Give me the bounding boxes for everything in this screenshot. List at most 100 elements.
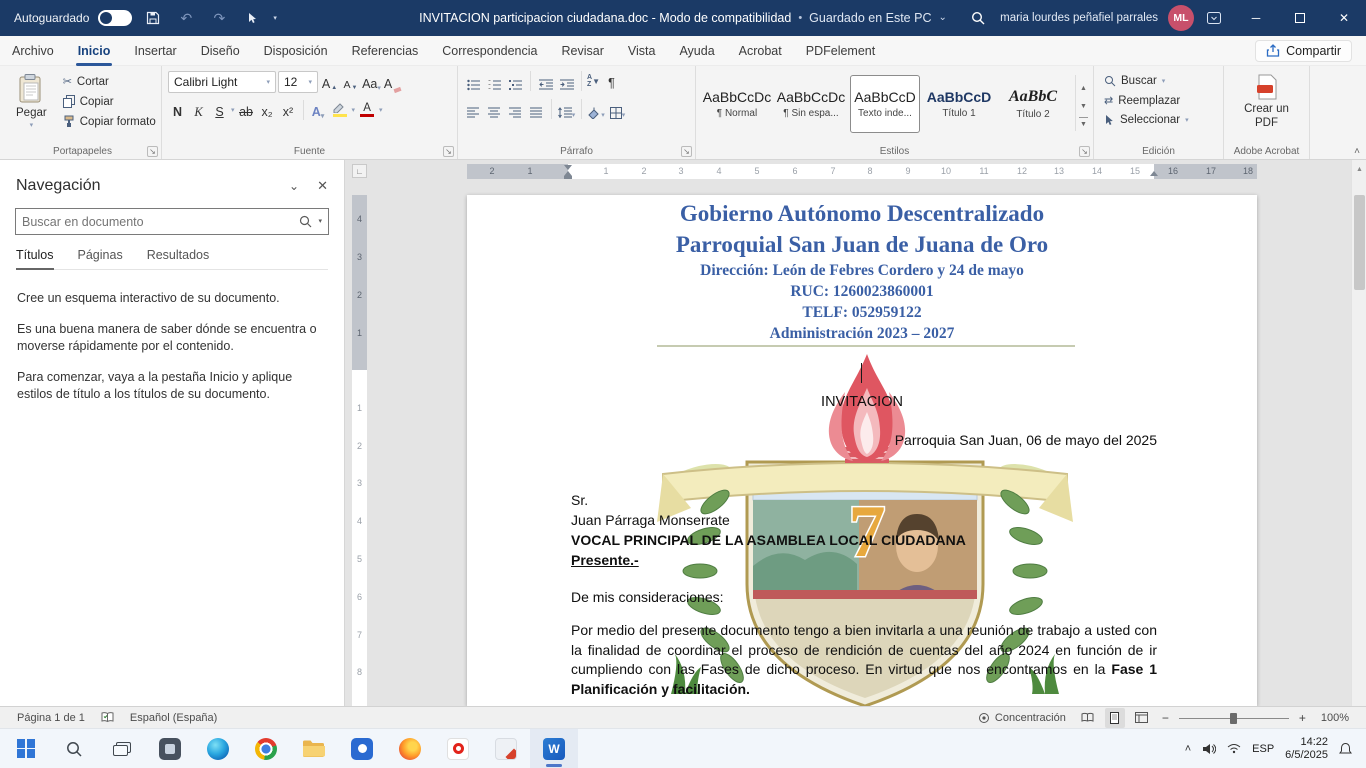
body-paragraph[interactable]: Por medio del presente documento tengo a…	[571, 621, 1157, 699]
date-line[interactable]: Parroquia San Juan, 06 de mayo del 2025	[571, 432, 1157, 448]
ribbon-tab-insertar[interactable]: Insertar	[122, 36, 188, 66]
acrobat-icon[interactable]	[434, 729, 482, 768]
pdfelement-icon[interactable]	[482, 729, 530, 768]
firefox-icon[interactable]	[386, 729, 434, 768]
zoom-out-button[interactable]: −	[1159, 711, 1172, 725]
nav-search-caret-icon[interactable]: ▾	[318, 218, 322, 225]
greeting-line[interactable]: De mis consideraciones:	[571, 589, 724, 605]
align-left-button[interactable]	[464, 99, 483, 119]
nav-search-icon[interactable]	[299, 215, 312, 228]
line-spacing-button[interactable]: ▾	[557, 99, 576, 119]
zoom-level[interactable]: 100%	[1316, 707, 1354, 729]
recipient-present[interactable]: Presente.-	[571, 550, 966, 570]
close-button[interactable]: ✕	[1322, 0, 1366, 36]
zoom-in-button[interactable]: +	[1296, 711, 1309, 725]
word-taskbar-icon[interactable]: W	[530, 729, 578, 768]
search-icon[interactable]	[966, 5, 990, 31]
nav-tab-paginas[interactable]: Páginas	[78, 248, 123, 269]
underline-button[interactable]: S	[210, 100, 229, 120]
header-ruc[interactable]: RUC: 1260023860001	[467, 281, 1257, 302]
recipient-salutation[interactable]: Sr.	[571, 490, 966, 510]
zoom-slider[interactable]	[1179, 711, 1289, 725]
find-button[interactable]: Buscar ▾	[1100, 73, 1193, 89]
paste-button[interactable]: Pegar ▾	[10, 71, 53, 143]
show-marks-button[interactable]: ¶	[602, 71, 621, 91]
tab-selector-box[interactable]: ∟	[352, 164, 367, 178]
nav-tab-titulos[interactable]: Títulos	[16, 248, 54, 269]
borders-button[interactable]: ▾	[608, 99, 627, 119]
sort-button[interactable]: AZ ▼	[587, 74, 600, 88]
pinned-blue-app-icon[interactable]	[338, 729, 386, 768]
style-titulo-2[interactable]: AaBbC Título 2	[998, 75, 1068, 133]
multilevel-list-button[interactable]	[506, 71, 525, 91]
web-layout-button[interactable]	[1132, 708, 1152, 728]
focus-mode-button[interactable]: Concentración	[973, 707, 1071, 729]
document-header-block[interactable]: Gobierno Autónomo Descentralizado Parroq…	[467, 198, 1257, 344]
collapse-ribbon-icon[interactable]: ˄	[1354, 146, 1360, 157]
underline-caret-icon[interactable]: ▾	[231, 107, 235, 114]
font-color-caret-icon[interactable]: ▾	[379, 107, 383, 114]
clipboard-dialog-launcher[interactable]: ↘	[147, 146, 158, 157]
language-indicator[interactable]: Español (España)	[125, 707, 222, 729]
ribbon-tab-inicio[interactable]: Inicio	[66, 36, 123, 66]
recipient-name[interactable]: Juan Párraga Monserrate	[571, 510, 966, 530]
style-normal[interactable]: AaBbCcDc ¶ Normal	[702, 75, 772, 133]
align-right-button[interactable]	[506, 99, 525, 119]
keyboard-language-indicator[interactable]: ESP	[1252, 743, 1274, 755]
increase-indent-button[interactable]	[557, 71, 576, 91]
ribbon-tab-pdfelement[interactable]: PDFelement	[794, 36, 887, 66]
pinned-app-icon[interactable]	[146, 729, 194, 768]
read-mode-button[interactable]	[1078, 708, 1098, 728]
bold-button[interactable]: N	[168, 100, 187, 120]
title-chevron-icon[interactable]: ⌄	[938, 13, 946, 23]
account-user-name[interactable]: maria lourdes peñafiel parrales	[1000, 12, 1158, 24]
grow-font-button[interactable]: A▲	[320, 72, 339, 92]
shrink-font-button[interactable]: A▼	[341, 72, 360, 92]
highlight-color-button[interactable]	[330, 102, 350, 118]
italic-button[interactable]: K	[189, 100, 208, 120]
ribbon-display-options-icon[interactable]	[1202, 5, 1226, 31]
bullets-button[interactable]	[464, 71, 483, 91]
format-painter-button[interactable]: Copiar formato	[59, 113, 160, 130]
redo-icon[interactable]: ↷	[207, 5, 231, 31]
font-color-button[interactable]: A	[357, 102, 377, 118]
zoom-slider-thumb[interactable]	[1230, 713, 1237, 724]
nav-tab-resultados[interactable]: Resultados	[147, 248, 210, 269]
maximize-button[interactable]	[1278, 0, 1322, 36]
network-icon[interactable]	[1227, 743, 1241, 754]
highlight-caret-icon[interactable]: ▾	[352, 107, 356, 114]
styles-gallery-more-icon[interactable]: ▼	[1079, 117, 1088, 131]
vertical-scrollbar[interactable]: ▲	[1351, 160, 1366, 706]
font-family-select[interactable]: Calibri Light ▾	[168, 71, 276, 93]
avatar[interactable]: ML	[1168, 5, 1194, 31]
search-input[interactable]	[22, 215, 293, 229]
ribbon-tab-revisar[interactable]: Revisar	[549, 36, 615, 66]
cut-button[interactable]: ✂ Cortar	[59, 73, 160, 90]
select-button[interactable]: Seleccionar ▾	[1100, 112, 1193, 128]
left-indent-marker[interactable]	[564, 176, 572, 179]
header-phone[interactable]: TELF: 052959122	[467, 302, 1257, 323]
ribbon-tab-referencias[interactable]: Referencias	[340, 36, 431, 66]
ribbon-tab-correspondencia[interactable]: Correspondencia	[430, 36, 549, 66]
task-view-icon[interactable]	[98, 729, 146, 768]
ribbon-tab-vista[interactable]: Vista	[616, 36, 668, 66]
tray-overflow-chevron-icon[interactable]: ˄	[1185, 743, 1191, 755]
font-dialog-launcher[interactable]: ↘	[443, 146, 454, 157]
superscript-button[interactable]: x²	[279, 100, 298, 120]
ribbon-tab-ayuda[interactable]: Ayuda	[667, 36, 726, 66]
navigation-close-icon[interactable]: ✕	[317, 178, 328, 194]
styles-dialog-launcher[interactable]: ↘	[1079, 146, 1090, 157]
volume-icon[interactable]	[1202, 743, 1216, 755]
touch-mouse-mode-icon[interactable]	[240, 5, 264, 31]
edge-icon[interactable]	[194, 729, 242, 768]
chrome-icon[interactable]	[242, 729, 290, 768]
invitation-title[interactable]: INVITACION	[467, 394, 1257, 410]
horizontal-ruler[interactable]: 2 1 1 2 3 4 5 6 7 8 9 10 11 12 13 14 15 …	[467, 164, 1257, 179]
start-button[interactable]	[2, 729, 50, 768]
strikethrough-button[interactable]: ab	[237, 100, 256, 120]
recipient-role[interactable]: VOCAL PRINCIPAL DE LA ASAMBLEA LOCAL CIU…	[571, 530, 966, 550]
clear-formatting-button[interactable]: A	[383, 72, 402, 92]
shading-button[interactable]: ▾	[587, 99, 606, 119]
share-button[interactable]: Compartir	[1255, 40, 1352, 62]
replace-button[interactable]: ⇄ Reemplazar	[1100, 92, 1193, 109]
